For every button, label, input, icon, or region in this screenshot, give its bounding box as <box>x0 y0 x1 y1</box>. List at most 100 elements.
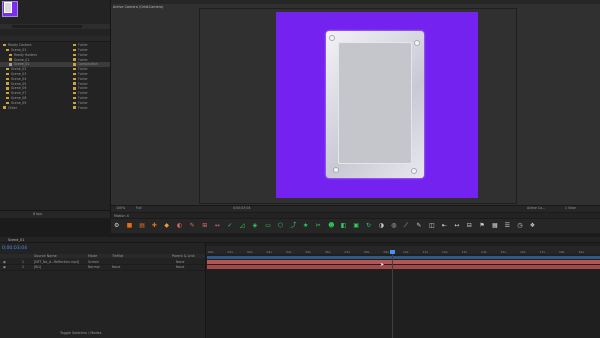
ruler-tick-label: 17s <box>539 250 545 254</box>
label-color-icon[interactable] <box>73 53 76 56</box>
label-color-icon[interactable] <box>73 72 76 76</box>
ruler-tick-label: 16s <box>520 250 526 254</box>
layer-number[interactable]: 1 <box>22 260 24 264</box>
label-color-icon[interactable] <box>73 82 76 85</box>
project-item-type: Folder <box>78 43 88 48</box>
work-area-bar[interactable] <box>207 256 600 259</box>
project-item-type: Folder <box>78 91 88 96</box>
ruler-tick-label: 02s <box>247 250 253 254</box>
toggle-switches-label[interactable]: Toggle Switches / Modes <box>60 331 101 335</box>
box-icon[interactable]: ⊟ <box>467 222 472 229</box>
mask-icon[interactable]: ◈ <box>253 222 258 229</box>
check-icon[interactable]: ✓ <box>227 222 232 229</box>
project-item-type: Composition <box>78 62 98 67</box>
project-column-header <box>0 36 110 42</box>
ruler-tick-label: 07s <box>344 250 350 254</box>
file-icon[interactable]: ■ <box>127 222 133 229</box>
ruler-tick-label: 11s <box>422 250 428 254</box>
col-trkmat: TrkMat <box>112 254 124 258</box>
visibility-eye-icon[interactable]: ◉ <box>3 265 6 269</box>
label-color-icon[interactable] <box>73 44 76 47</box>
project-item-name: Scene_01 <box>14 57 30 62</box>
time-icon[interactable]: ◷ <box>517 222 522 229</box>
folder-icon <box>6 82 9 85</box>
quality-select[interactable]: Full <box>136 206 141 210</box>
zoom-select[interactable]: 100% <box>116 206 125 210</box>
shape-icon[interactable]: ⬡ <box>278 222 283 229</box>
ruler-tick-label: 12s <box>442 250 448 254</box>
settings-icon[interactable]: ⚙ <box>114 222 119 229</box>
folder-icon <box>6 77 9 80</box>
flip-icon[interactable]: ↔ <box>215 222 220 229</box>
anchor-icon[interactable]: ✚ <box>152 222 157 229</box>
timeline-tab[interactable]: Scene_01 <box>8 238 24 242</box>
rect-icon[interactable]: ▭ <box>265 222 271 229</box>
layer-mode[interactable]: Screen <box>88 260 99 264</box>
timeline-timecode[interactable]: 0;00;03;04 <box>2 246 27 251</box>
matte-icon[interactable]: ◧ <box>341 222 347 229</box>
layer-2-track[interactable] <box>207 265 600 269</box>
project-item-type: Folder <box>78 57 88 62</box>
project-item-name: Scene_01 <box>14 62 30 67</box>
layer-1-track[interactable] <box>207 260 600 264</box>
trim-icon[interactable]: ◿ <box>240 222 245 229</box>
camera-select[interactable]: Active Ca... <box>527 206 545 210</box>
marker-icon[interactable]: ⚑ <box>479 222 484 229</box>
project-item-name: Scene_01 <box>11 47 27 52</box>
align-icon[interactable]: ⊞ <box>202 222 207 229</box>
null-icon[interactable]: ☻ <box>328 222 334 229</box>
layer-parent[interactable]: None <box>176 260 184 264</box>
project-item-type: Folder <box>78 95 88 100</box>
col-source-name: Source Name <box>34 254 57 258</box>
project-item-name: Scene_04 <box>11 76 27 81</box>
distribute-icon[interactable]: ↔ <box>454 222 459 229</box>
project-search-input[interactable] <box>12 25 82 28</box>
thumbnail-acrylic <box>4 2 12 13</box>
project-item[interactable]: Other Folder <box>0 105 110 110</box>
layer-parent[interactable]: None <box>176 265 184 269</box>
label-color-icon[interactable] <box>73 77 76 80</box>
layer-mode[interactable]: Normal <box>88 265 100 269</box>
layers-icon[interactable]: ▦ <box>492 222 498 229</box>
bpc-label[interactable]: 8 bpc <box>33 212 42 216</box>
plugin-icon[interactable]: ❖ <box>530 222 535 229</box>
line-icon[interactable]: ⟋ <box>404 222 408 229</box>
ruler-tick-label: 09s <box>383 250 389 254</box>
list-icon[interactable]: ☰ <box>505 222 510 229</box>
views-select[interactable]: 1 View <box>565 206 576 210</box>
star-icon[interactable]: ★ <box>303 222 308 229</box>
mouse-cursor-icon: ➤ <box>380 262 385 268</box>
toolbar-tab[interactable]: Motion 4 <box>114 214 129 218</box>
visibility-eye-icon[interactable]: ◉ <box>3 260 6 264</box>
target-icon[interactable]: ◎ <box>391 222 396 229</box>
layer-row[interactable]: ◉ 2 [BG] Normal None None <box>0 265 205 271</box>
precomp-icon[interactable]: ▣ <box>353 222 359 229</box>
label-color-icon[interactable] <box>73 63 76 66</box>
grid-icon[interactable]: ▤ <box>139 222 145 229</box>
label-color-icon[interactable] <box>73 68 76 71</box>
toolbar-tab-strip: Motion 4 <box>111 213 600 218</box>
playhead-handle[interactable] <box>390 250 395 254</box>
loop-icon[interactable]: ↻ <box>366 222 371 229</box>
viewer-timecode[interactable]: 0;00;03;04 <box>233 206 250 210</box>
pen-icon[interactable]: ✎ <box>190 222 195 229</box>
label-color-icon[interactable] <box>73 92 76 95</box>
cut-icon[interactable]: ✂ <box>316 222 321 229</box>
ease-icon[interactable]: ◐ <box>177 222 182 229</box>
label-color-icon[interactable] <box>73 96 76 100</box>
contrast-icon[interactable]: ◑ <box>379 222 384 229</box>
label-color-icon[interactable] <box>73 106 76 109</box>
ruler-tick-label: 03s <box>266 250 272 254</box>
keyframe-icon[interactable]: ◆ <box>164 222 169 229</box>
label-color-icon[interactable] <box>73 58 76 61</box>
label-color-icon[interactable] <box>73 101 76 104</box>
layer-number[interactable]: 2 <box>22 265 24 269</box>
label-color-icon[interactable] <box>73 48 76 52</box>
split-icon[interactable]: ◫ <box>429 222 435 229</box>
layer-trkmat[interactable]: None <box>112 265 120 269</box>
edit-icon[interactable]: ✎ <box>416 222 421 229</box>
path-icon[interactable]: ⤴ <box>290 222 296 229</box>
snap-icon[interactable]: ⇤ <box>442 222 447 229</box>
label-color-icon[interactable] <box>73 87 76 90</box>
project-item-type: Folder <box>78 71 88 76</box>
